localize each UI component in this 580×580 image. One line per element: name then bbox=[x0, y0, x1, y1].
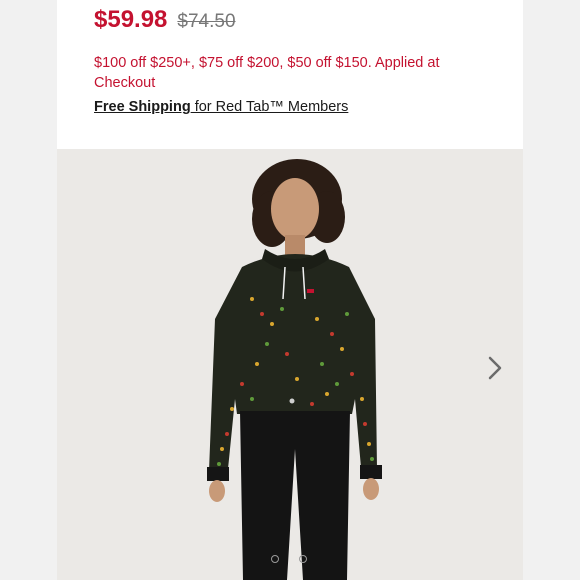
free-shipping-link[interactable]: Free Shipping for Red Tab™ Members bbox=[94, 99, 348, 115]
product-image-gallery[interactable] bbox=[57, 149, 523, 580]
price-row: $59.98 $74.50 bbox=[94, 6, 236, 34]
product-photo bbox=[57, 149, 523, 580]
chevron-right-icon[interactable] bbox=[485, 353, 505, 383]
shipping-rest-label: for Red Tab™ Members bbox=[190, 99, 349, 115]
shipping-bold-label: Free Shipping bbox=[94, 99, 191, 115]
carousel-dot[interactable] bbox=[271, 555, 279, 563]
original-price: $74.50 bbox=[177, 11, 236, 32]
sale-price: $59.98 bbox=[94, 6, 168, 33]
promo-text: $100 off $250+, $75 off $200, $50 off $1… bbox=[94, 55, 440, 91]
carousel-pagination bbox=[271, 555, 307, 563]
carousel-dot[interactable] bbox=[299, 555, 307, 563]
